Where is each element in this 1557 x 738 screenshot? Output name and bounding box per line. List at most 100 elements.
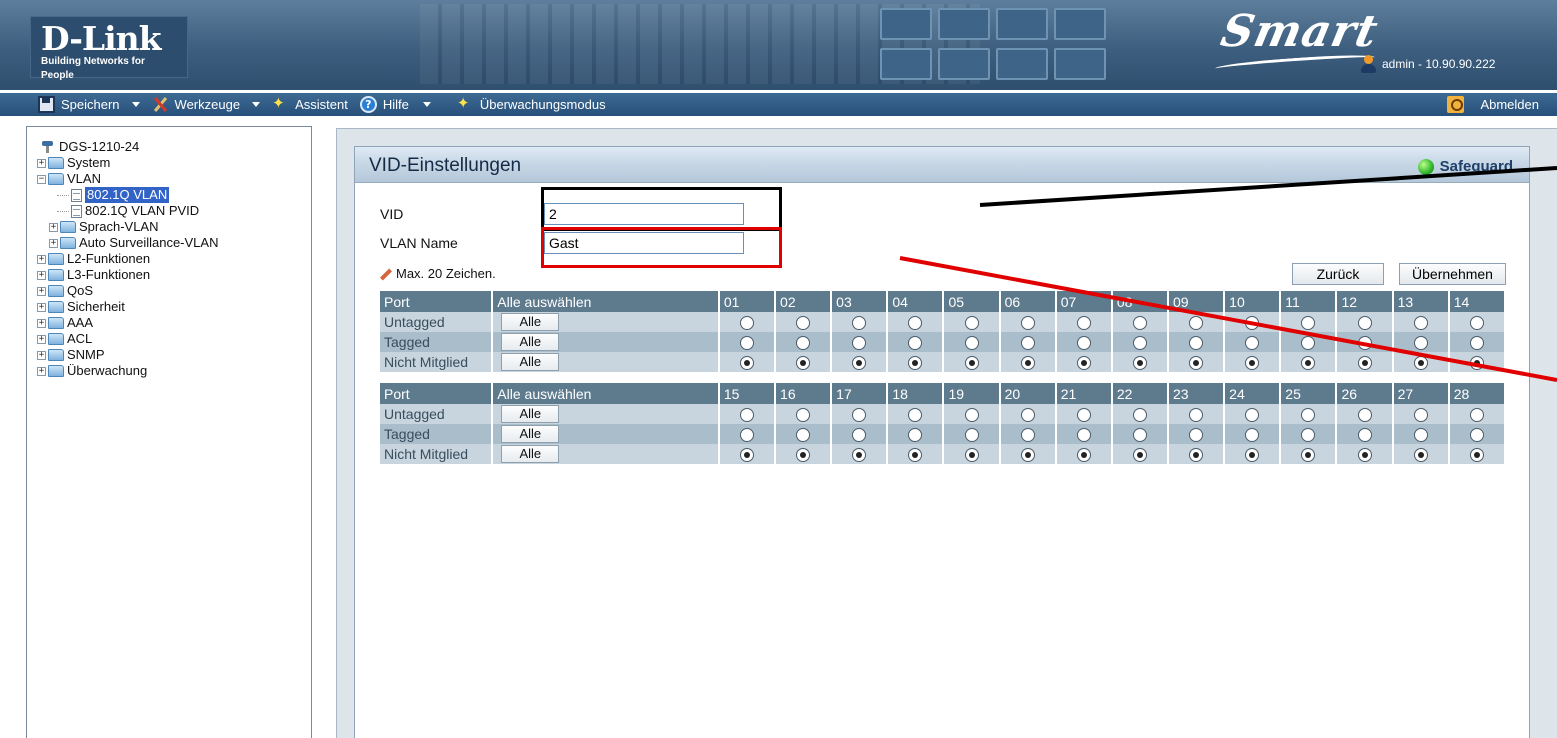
radio-tagged[interactable]: [852, 336, 867, 351]
radio-not-member[interactable]: [1413, 356, 1428, 371]
logout-button[interactable]: Abmelden: [1441, 93, 1545, 116]
monitoring-mode-button[interactable]: Überwachungsmodus: [451, 93, 612, 116]
radio-untagged[interactable]: [739, 408, 754, 423]
radio-tagged[interactable]: [908, 428, 923, 443]
expand-icon[interactable]: +: [49, 238, 58, 248]
radio-untagged[interactable]: [1076, 316, 1091, 331]
expand-icon[interactable]: +: [37, 366, 46, 376]
select-all-not-member-button[interactable]: Alle: [501, 353, 560, 372]
radio-untagged[interactable]: [1132, 316, 1147, 331]
radio-untagged[interactable]: [964, 316, 979, 331]
radio-untagged[interactable]: [1357, 408, 1372, 423]
tree-item-8021q-vlan-pvid[interactable]: 802.1Q VLAN PVID: [57, 203, 311, 219]
select-all-untagged-button[interactable]: Alle: [501, 313, 560, 332]
radio-not-member[interactable]: [1469, 448, 1484, 463]
radio-tagged[interactable]: [796, 336, 811, 351]
select-all-tagged-button[interactable]: Alle: [501, 425, 560, 444]
radio-untagged[interactable]: [1132, 408, 1147, 423]
help-menu[interactable]: ? Hilfe: [354, 93, 451, 116]
tree-item-qos[interactable]: + QoS: [37, 283, 311, 299]
radio-not-member[interactable]: [964, 356, 979, 371]
radio-tagged[interactable]: [1413, 336, 1428, 351]
collapse-icon[interactable]: −: [37, 174, 46, 184]
tree-item-ueberwachung[interactable]: + Überwachung: [37, 363, 311, 379]
apply-button[interactable]: Übernehmen: [1399, 263, 1506, 285]
radio-tagged[interactable]: [1020, 428, 1035, 443]
expand-icon[interactable]: +: [37, 158, 46, 168]
radio-not-member[interactable]: [1413, 448, 1428, 463]
radio-tagged[interactable]: [1469, 428, 1484, 443]
radio-untagged[interactable]: [1020, 408, 1035, 423]
wizard-button[interactable]: Assistent: [266, 93, 354, 116]
radio-untagged[interactable]: [796, 316, 811, 331]
expand-icon[interactable]: +: [37, 350, 46, 360]
radio-not-member[interactable]: [1020, 448, 1035, 463]
radio-not-member[interactable]: [739, 448, 754, 463]
radio-tagged[interactable]: [1245, 428, 1260, 443]
radio-untagged[interactable]: [1189, 316, 1204, 331]
expand-icon[interactable]: +: [49, 222, 58, 232]
tree-item-auto-surveillance-vlan[interactable]: + Auto Surveillance-VLAN: [49, 235, 311, 251]
radio-not-member[interactable]: [908, 448, 923, 463]
radio-untagged[interactable]: [1413, 316, 1428, 331]
radio-tagged[interactable]: [1189, 428, 1204, 443]
radio-untagged[interactable]: [908, 316, 923, 331]
radio-tagged[interactable]: [1189, 336, 1204, 351]
expand-icon[interactable]: +: [37, 270, 46, 280]
radio-untagged[interactable]: [1020, 316, 1035, 331]
radio-tagged[interactable]: [1357, 336, 1372, 351]
radio-tagged[interactable]: [1132, 336, 1147, 351]
radio-tagged[interactable]: [1132, 428, 1147, 443]
radio-tagged[interactable]: [964, 336, 979, 351]
radio-tagged[interactable]: [739, 336, 754, 351]
radio-untagged[interactable]: [1413, 408, 1428, 423]
radio-untagged[interactable]: [1189, 408, 1204, 423]
radio-not-member[interactable]: [1357, 448, 1372, 463]
radio-tagged[interactable]: [1076, 428, 1091, 443]
radio-tagged[interactable]: [1245, 336, 1260, 351]
radio-tagged[interactable]: [1469, 336, 1484, 351]
tools-menu[interactable]: Werkzeuge: [146, 93, 267, 116]
radio-not-member[interactable]: [964, 448, 979, 463]
radio-untagged[interactable]: [739, 316, 754, 331]
radio-tagged[interactable]: [1357, 428, 1372, 443]
tree-item-8021q-vlan[interactable]: 802.1Q VLAN: [57, 187, 311, 203]
radio-not-member[interactable]: [796, 356, 811, 371]
select-all-tagged-button[interactable]: Alle: [501, 333, 560, 352]
radio-not-member[interactable]: [739, 356, 754, 371]
radio-not-member[interactable]: [1245, 448, 1260, 463]
radio-not-member[interactable]: [852, 356, 867, 371]
expand-icon[interactable]: +: [37, 254, 46, 264]
radio-untagged[interactable]: [1301, 408, 1316, 423]
radio-untagged[interactable]: [796, 408, 811, 423]
expand-icon[interactable]: +: [37, 286, 46, 296]
radio-untagged[interactable]: [852, 316, 867, 331]
radio-tagged[interactable]: [739, 428, 754, 443]
radio-untagged[interactable]: [1245, 316, 1260, 331]
tree-root[interactable]: DGS-1210-24: [41, 139, 311, 155]
select-all-untagged-button[interactable]: Alle: [501, 405, 560, 424]
radio-untagged[interactable]: [1245, 408, 1260, 423]
radio-untagged[interactable]: [1469, 408, 1484, 423]
tree-item-l3-funktionen[interactable]: + L3-Funktionen: [37, 267, 311, 283]
tree-item-l2-funktionen[interactable]: + L2-Funktionen: [37, 251, 311, 267]
radio-not-member[interactable]: [1245, 356, 1260, 371]
radio-tagged[interactable]: [1076, 336, 1091, 351]
radio-untagged[interactable]: [1301, 316, 1316, 331]
radio-not-member[interactable]: [852, 448, 867, 463]
radio-not-member[interactable]: [1469, 356, 1484, 371]
tree-item-aaa[interactable]: + AAA: [37, 315, 311, 331]
radio-untagged[interactable]: [964, 408, 979, 423]
radio-not-member[interactable]: [908, 356, 923, 371]
radio-untagged[interactable]: [1357, 316, 1372, 331]
radio-not-member[interactable]: [1076, 356, 1091, 371]
radio-tagged[interactable]: [964, 428, 979, 443]
tree-item-acl[interactable]: + ACL: [37, 331, 311, 347]
radio-not-member[interactable]: [1020, 356, 1035, 371]
radio-not-member[interactable]: [1301, 448, 1316, 463]
radio-not-member[interactable]: [796, 448, 811, 463]
tree-item-vlan[interactable]: − VLAN: [37, 171, 311, 187]
expand-icon[interactable]: +: [37, 334, 46, 344]
radio-untagged[interactable]: [908, 408, 923, 423]
radio-not-member[interactable]: [1357, 356, 1372, 371]
